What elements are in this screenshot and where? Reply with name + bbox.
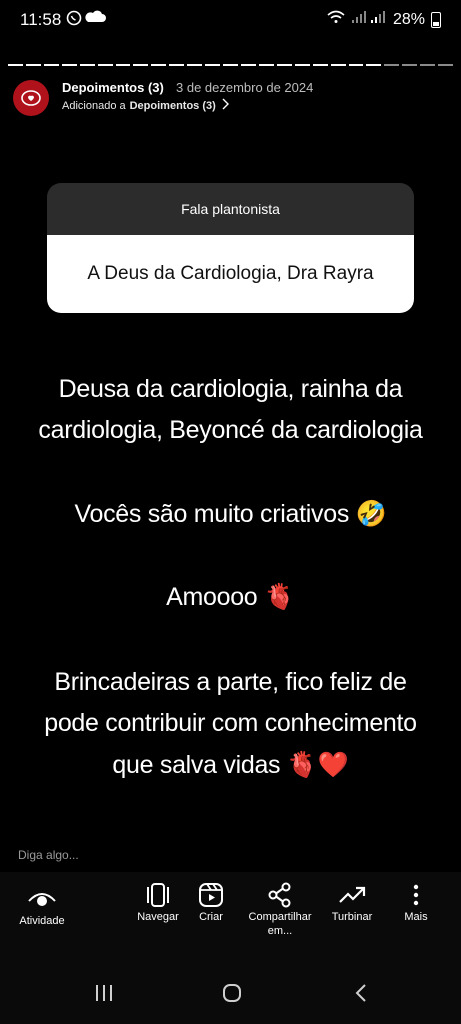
story-viewer[interactable]: Depoimentos (3) 3 de dezembro de 2024 Ad… — [0, 40, 461, 872]
highlight-title[interactable]: Depoimentos (3) — [62, 80, 164, 95]
share-icon — [240, 880, 320, 910]
status-time: 11:58 — [20, 10, 62, 29]
caption-line: Amoooo 🫀 — [166, 583, 295, 611]
home-button[interactable] — [222, 984, 242, 1007]
story-date: 3 de dezembro de 2024 — [176, 80, 314, 95]
activity-button[interactable]: Atividade — [2, 884, 82, 928]
story-actions-bar: Atividade Navegar Criar Compartilhar em.… — [0, 872, 461, 962]
chevron-right-icon — [220, 98, 230, 113]
caption-line: Brincadeiras a parte, fico feliz de — [54, 668, 407, 696]
eye-icon — [2, 884, 82, 914]
activity-label: Atividade — [19, 915, 65, 927]
story-progress — [8, 64, 454, 66]
signal-icon — [351, 10, 387, 29]
reels-icon — [171, 880, 251, 910]
caption-line: Vocês são muito criativos 🤣 — [74, 500, 387, 528]
notification-icons — [66, 10, 106, 30]
wifi-icon — [327, 10, 345, 29]
share-label: Compartilhar em... — [248, 911, 312, 937]
status-bar: 11:58 28% — [0, 0, 461, 40]
caption-line: Deusa da cardiologia, rainha da — [58, 375, 403, 403]
battery-icon — [431, 11, 441, 28]
added-target: Depoimentos (3) — [129, 99, 216, 112]
avatar[interactable] — [13, 80, 49, 116]
reply-input[interactable]: Diga algo... — [0, 844, 461, 872]
added-prefix: Adicionado a — [62, 99, 126, 112]
reply-placeholder: Diga algo... — [18, 848, 79, 862]
recent-apps-button[interactable] — [94, 984, 114, 1007]
back-button[interactable] — [354, 984, 370, 1007]
question-sticker[interactable]: Fala plantonista A Deus da Cardiologia, … — [47, 183, 414, 313]
create-button[interactable]: Criar — [171, 880, 251, 924]
battery-level: 28% — [392, 10, 425, 28]
system-nav-bar — [0, 962, 461, 1024]
caption-line: que salva vidas 🫀❤️ — [112, 751, 349, 779]
more-button[interactable]: Mais — [376, 880, 456, 924]
share-button[interactable]: Compartilhar em... — [240, 880, 320, 938]
more-label: Mais — [404, 911, 428, 923]
question-title: Fala plantonista — [47, 183, 414, 235]
create-label: Criar — [199, 911, 223, 923]
caption-line: cardiologia, Beyoncé da cardiologia — [38, 416, 423, 444]
caption-line: pode contribuir com conhecimento — [44, 709, 417, 737]
highlight-logo-icon — [21, 90, 41, 106]
question-answer: A Deus da Cardiologia, Dra Rayra — [47, 235, 414, 313]
more-vertical-icon — [376, 880, 456, 910]
added-to-highlight-link[interactable]: Adicionado a Depoimentos (3) — [62, 98, 230, 113]
